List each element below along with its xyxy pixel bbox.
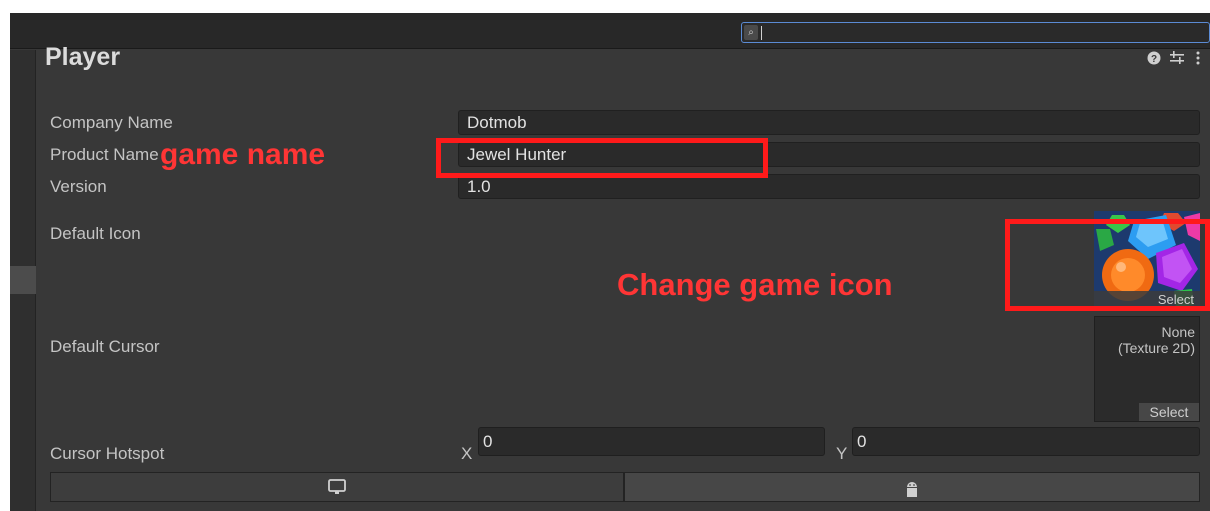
search-input[interactable]: ⌕	[741, 22, 1210, 43]
icon-highlight	[1005, 219, 1210, 311]
product-name-highlight	[436, 138, 768, 178]
hotspot-x-label: X	[461, 444, 473, 463]
hotspot-x-field[interactable]: 0	[478, 427, 825, 456]
version-label: Version	[50, 177, 107, 196]
default-cursor-select-button[interactable]: Select	[1139, 403, 1199, 421]
text-caret	[761, 26, 762, 40]
platform-tab-standalone[interactable]	[50, 472, 624, 502]
more-menu-icon[interactable]	[1195, 51, 1201, 69]
game-name-annotation: game name	[160, 138, 326, 171]
settings-sliders-icon[interactable]	[1169, 51, 1185, 69]
company-name-field[interactable]: Dotmob	[458, 110, 1200, 135]
page-title: Player	[45, 43, 121, 71]
company-name-label: Company Name	[50, 113, 173, 132]
toolbar: ⌕	[10, 13, 1210, 49]
category-sidebar	[10, 50, 36, 511]
sidebar-grip[interactable]	[10, 266, 36, 294]
desktop-icon	[327, 479, 347, 497]
cursor-hotspot-label: Cursor Hotspot	[50, 444, 165, 463]
default-cursor-label: Default Cursor	[50, 337, 160, 356]
svg-text:?: ?	[1151, 54, 1157, 65]
hotspot-y-label: Y	[836, 444, 848, 463]
hotspot-y-field[interactable]: 0	[852, 427, 1200, 456]
cursor-value-line2: (Texture 2D)	[1117, 340, 1195, 356]
product-name-label: Product Name	[50, 145, 159, 164]
android-icon	[902, 479, 922, 497]
default-cursor-slot[interactable]: None (Texture 2D) Select	[1094, 316, 1200, 422]
help-icon[interactable]: ?	[1147, 51, 1161, 69]
change-icon-annotation: Change game icon	[617, 267, 893, 302]
search-icon[interactable]: ⌕	[744, 25, 758, 40]
platform-tab-android[interactable]	[624, 472, 1200, 502]
default-icon-label: Default Icon	[50, 224, 141, 243]
